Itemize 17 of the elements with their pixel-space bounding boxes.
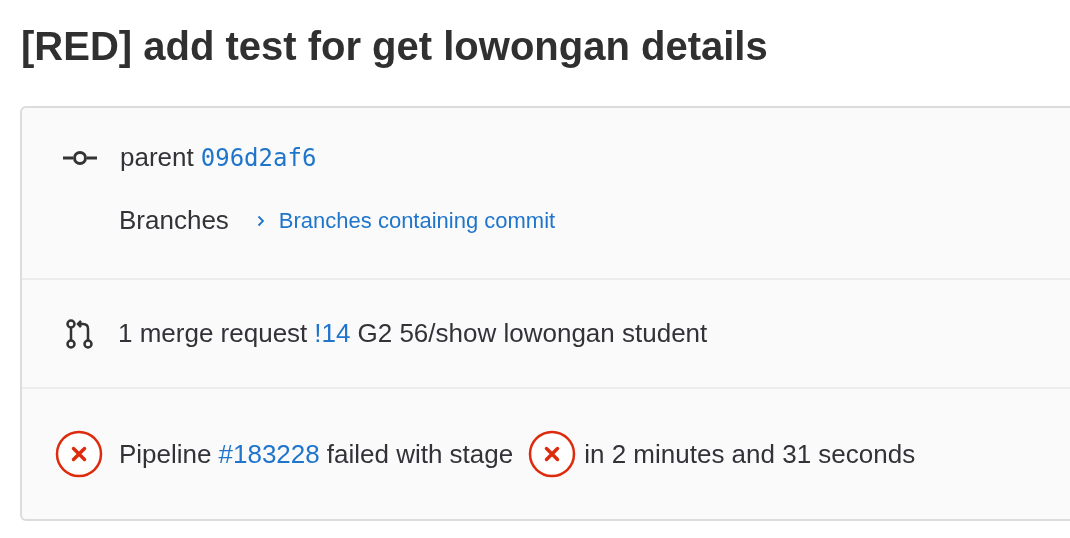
merge-request-title: G2 56/show lowongan student xyxy=(357,318,708,349)
parent-label: parent xyxy=(120,142,194,173)
pipeline-status-text: failed with stage xyxy=(326,438,514,470)
chevron-right-icon xyxy=(256,214,265,227)
pipeline-label: Pipeline xyxy=(119,438,212,470)
branches-link[interactable]: Branches containing commit xyxy=(256,207,556,234)
failed-status-icon[interactable] xyxy=(55,430,103,478)
commit-icon xyxy=(63,149,97,166)
merge-request-link[interactable]: !14 xyxy=(314,318,351,349)
merge-request-count: 1 merge request xyxy=(118,318,308,349)
commit-title: [RED] add test for get lowongan details xyxy=(20,23,769,70)
failed-stage-icon[interactable] xyxy=(528,430,577,478)
branches-label: Branches xyxy=(119,205,229,236)
merge-request-icon xyxy=(66,318,94,349)
pipeline-link[interactable]: #183228 xyxy=(218,438,320,470)
parent-commit-link[interactable]: 096d2af6 xyxy=(200,143,317,172)
pipeline-duration: in 2 minutes and 31 seconds xyxy=(584,438,916,470)
